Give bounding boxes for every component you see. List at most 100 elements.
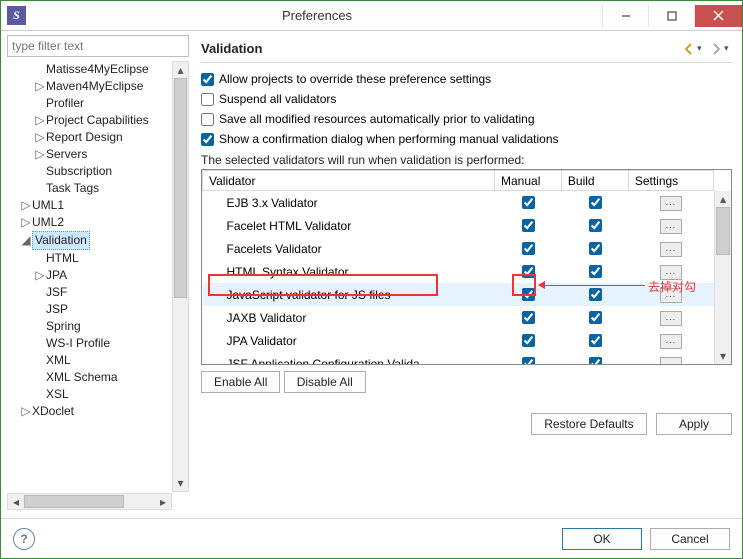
tree-item[interactable]: ▷JPA bbox=[21, 267, 171, 284]
restore-defaults-button[interactable]: Restore Defaults bbox=[531, 413, 646, 435]
tree-item[interactable]: Matisse4MyEclipse bbox=[21, 61, 171, 78]
settings-button[interactable]: ... bbox=[660, 334, 682, 349]
expand-icon[interactable]: ▷ bbox=[21, 197, 31, 214]
table-row[interactable]: EJB 3.x Validator... bbox=[203, 191, 714, 215]
expand-icon[interactable]: ▷ bbox=[35, 112, 45, 129]
settings-cell[interactable]: ... bbox=[628, 329, 713, 352]
expand-icon[interactable]: ▷ bbox=[21, 403, 31, 420]
allow-override-checkbox[interactable]: Allow projects to override these prefere… bbox=[201, 69, 732, 89]
ok-button[interactable]: OK bbox=[562, 528, 642, 550]
col-validator[interactable]: Validator bbox=[203, 171, 495, 191]
forward-icon[interactable] bbox=[709, 42, 723, 56]
settings-cell[interactable]: ... bbox=[628, 306, 713, 329]
table-scroll-down-icon[interactable]: ▾ bbox=[715, 348, 731, 364]
settings-button[interactable]: ... bbox=[660, 242, 682, 257]
manual-checkbox[interactable] bbox=[495, 237, 562, 260]
close-button[interactable] bbox=[694, 5, 742, 27]
tree-item[interactable]: ▷Report Design bbox=[21, 129, 171, 146]
expand-icon[interactable]: ▷ bbox=[35, 146, 45, 163]
build-checkbox[interactable] bbox=[561, 237, 628, 260]
build-checkbox[interactable] bbox=[561, 329, 628, 352]
back-dropdown-icon[interactable]: ▾ bbox=[697, 43, 705, 54]
table-row[interactable]: JSF Application Configuration Valida....… bbox=[203, 352, 714, 364]
preferences-tree[interactable]: Matisse4MyEclipse▷Maven4MyEclipseProfile… bbox=[7, 61, 189, 510]
col-build[interactable]: Build bbox=[561, 171, 628, 191]
scroll-down-icon[interactable]: ▾ bbox=[173, 475, 188, 491]
tree-item[interactable]: XML Schema bbox=[21, 369, 171, 386]
settings-cell[interactable]: ... bbox=[628, 352, 713, 364]
settings-button[interactable]: ... bbox=[660, 196, 682, 211]
manual-checkbox[interactable] bbox=[495, 283, 562, 306]
tree-item[interactable]: XSL bbox=[21, 386, 171, 403]
scroll-up-icon[interactable]: ▴ bbox=[173, 62, 188, 78]
tree-item[interactable]: WS-I Profile bbox=[21, 335, 171, 352]
table-row[interactable]: Facelet HTML Validator... bbox=[203, 214, 714, 237]
table-vertical-scrollbar[interactable]: ▴ ▾ bbox=[714, 191, 731, 364]
tree-item[interactable]: Task Tags bbox=[21, 180, 171, 197]
settings-cell[interactable]: ... bbox=[628, 237, 713, 260]
settings-button[interactable]: ... bbox=[660, 357, 682, 364]
expand-icon[interactable]: ◢ bbox=[21, 232, 31, 249]
tree-item[interactable]: HTML bbox=[21, 250, 171, 267]
tree-vertical-scrollbar[interactable]: ▴ ▾ bbox=[172, 61, 189, 492]
tree-item[interactable]: JSF bbox=[21, 284, 171, 301]
tree-item[interactable]: ▷UML1 bbox=[21, 197, 171, 214]
settings-cell[interactable]: ... bbox=[628, 260, 713, 283]
forward-dropdown-icon[interactable]: ▾ bbox=[724, 43, 732, 54]
settings-button[interactable]: ... bbox=[660, 265, 682, 280]
expand-icon[interactable]: ▷ bbox=[35, 129, 45, 146]
tree-item[interactable]: ▷UML2 bbox=[21, 214, 171, 231]
tree-item[interactable]: Profiler bbox=[21, 95, 171, 112]
tree-item[interactable]: JSP bbox=[21, 301, 171, 318]
filter-input[interactable] bbox=[7, 35, 189, 57]
expand-icon[interactable]: ▷ bbox=[35, 267, 45, 284]
validators-table[interactable]: Validator Manual Build Settings EJB 3.x … bbox=[201, 169, 732, 365]
col-settings[interactable]: Settings bbox=[628, 171, 713, 191]
table-row[interactable]: JAXB Validator... bbox=[203, 306, 714, 329]
table-scroll-thumb[interactable] bbox=[716, 207, 730, 255]
table-row[interactable]: JavaScript validator for JS files... bbox=[203, 283, 714, 306]
minimize-button[interactable] bbox=[602, 5, 648, 27]
table-row[interactable]: JPA Validator... bbox=[203, 329, 714, 352]
save-modified-checkbox[interactable]: Save all modified resources automaticall… bbox=[201, 109, 732, 129]
maximize-button[interactable] bbox=[648, 5, 694, 27]
tree-item[interactable]: ▷XDoclet bbox=[21, 403, 171, 420]
manual-checkbox[interactable] bbox=[495, 352, 562, 364]
suspend-checkbox[interactable]: Suspend all validators bbox=[201, 89, 732, 109]
tree-horizontal-scrollbar[interactable]: ◂ ▸ bbox=[7, 493, 172, 510]
build-checkbox[interactable] bbox=[561, 260, 628, 283]
manual-checkbox[interactable] bbox=[495, 329, 562, 352]
tree-item[interactable]: Subscription bbox=[21, 163, 171, 180]
tree-item[interactable]: ▷Maven4MyEclipse bbox=[21, 78, 171, 95]
expand-icon[interactable]: ▷ bbox=[21, 214, 31, 231]
settings-cell[interactable]: ... bbox=[628, 191, 713, 215]
manual-checkbox[interactable] bbox=[495, 214, 562, 237]
disable-all-button[interactable]: Disable All bbox=[284, 371, 366, 393]
enable-all-button[interactable]: Enable All bbox=[201, 371, 280, 393]
help-icon[interactable]: ? bbox=[13, 528, 35, 550]
settings-cell[interactable]: ... bbox=[628, 283, 713, 306]
build-checkbox[interactable] bbox=[561, 191, 628, 215]
build-checkbox[interactable] bbox=[561, 352, 628, 364]
build-checkbox[interactable] bbox=[561, 283, 628, 306]
expand-icon[interactable]: ▷ bbox=[35, 78, 45, 95]
tree-item[interactable]: XML bbox=[21, 352, 171, 369]
settings-cell[interactable]: ... bbox=[628, 214, 713, 237]
manual-checkbox[interactable] bbox=[495, 191, 562, 215]
scroll-hthumb[interactable] bbox=[24, 495, 124, 508]
cancel-button[interactable]: Cancel bbox=[650, 528, 730, 550]
settings-button[interactable]: ... bbox=[660, 288, 682, 303]
settings-button[interactable]: ... bbox=[660, 219, 682, 234]
build-checkbox[interactable] bbox=[561, 214, 628, 237]
tree-item[interactable]: Spring bbox=[21, 318, 171, 335]
col-manual[interactable]: Manual bbox=[495, 171, 562, 191]
scroll-thumb[interactable] bbox=[174, 78, 187, 298]
manual-checkbox[interactable] bbox=[495, 260, 562, 283]
scroll-left-icon[interactable]: ◂ bbox=[8, 494, 24, 509]
manual-checkbox[interactable] bbox=[495, 306, 562, 329]
tree-item[interactable]: ◢Validation bbox=[21, 231, 171, 250]
confirm-dialog-checkbox[interactable]: Show a confirmation dialog when performi… bbox=[201, 129, 732, 149]
tree-item[interactable]: ▷Project Capabilities bbox=[21, 112, 171, 129]
back-icon[interactable] bbox=[682, 42, 696, 56]
build-checkbox[interactable] bbox=[561, 306, 628, 329]
